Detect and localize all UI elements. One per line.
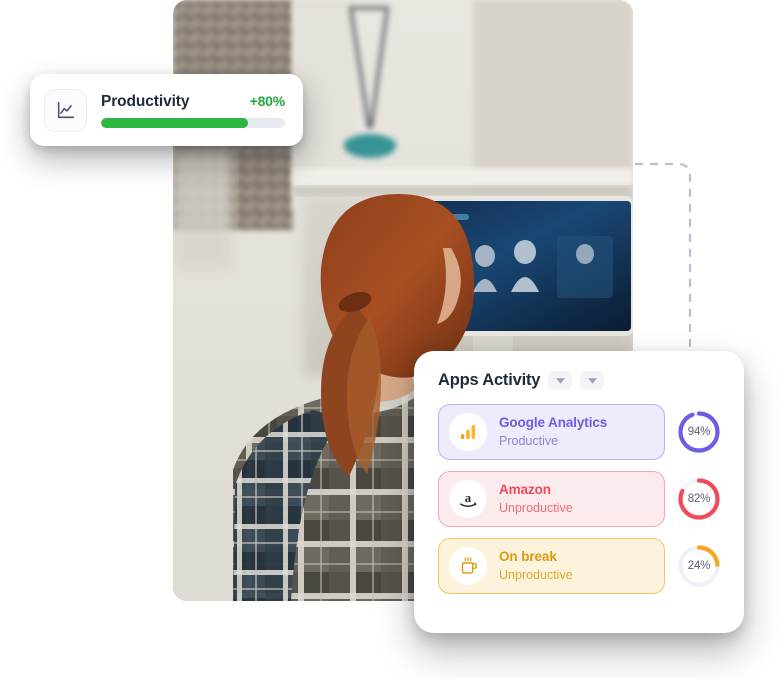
app-name: On break <box>499 548 557 564</box>
chevron-down-icon <box>587 377 597 384</box>
coffee-cup-icon <box>449 547 487 585</box>
filter-dropdown-1[interactable] <box>548 371 573 390</box>
app-row-google-analytics[interactable]: Google Analytics Productive 94% <box>438 404 722 460</box>
apps-activity-card: Apps Activity Google Analytics Productiv… <box>414 351 744 633</box>
progress-ring-on-break: 24% <box>676 543 722 589</box>
productivity-percent: +80% <box>249 92 286 109</box>
app-name: Amazon <box>499 481 551 497</box>
app-pill[interactable]: a Amazon Unproductive <box>438 471 665 527</box>
app-name: Google Analytics <box>499 414 608 430</box>
app-status: Unproductive <box>499 567 573 582</box>
productivity-title: Productivity <box>101 92 190 110</box>
progress-ring-label: 24% <box>687 560 711 572</box>
svg-text:a: a <box>465 491 472 505</box>
filter-dropdown-2[interactable] <box>580 371 605 390</box>
progress-ring-label: 82% <box>687 493 711 505</box>
app-pill[interactable]: On break Unproductive <box>438 538 665 594</box>
productivity-progress-track <box>101 117 285 128</box>
app-status: Unproductive <box>499 500 573 515</box>
line-chart-icon <box>44 88 87 132</box>
productivity-card: Productivity +80% <box>30 74 303 146</box>
app-row-on-break[interactable]: On break Unproductive 24% <box>438 538 722 594</box>
progress-ring-google-analytics: 94% <box>676 409 722 455</box>
chevron-down-icon <box>555 377 565 384</box>
app-status: Productive <box>499 433 559 448</box>
app-row-amazon[interactable]: a Amazon Unproductive 82% <box>438 471 722 527</box>
apps-activity-title: Apps Activity <box>438 371 541 389</box>
productivity-progress-fill <box>101 117 249 128</box>
progress-ring-amazon: 82% <box>676 476 722 522</box>
progress-ring-label: 94% <box>687 426 711 438</box>
app-pill[interactable]: Google Analytics Productive <box>438 404 665 460</box>
google-analytics-icon <box>449 413 487 451</box>
amazon-icon: a <box>449 480 487 518</box>
apps-activity-header: Apps Activity <box>438 371 722 390</box>
